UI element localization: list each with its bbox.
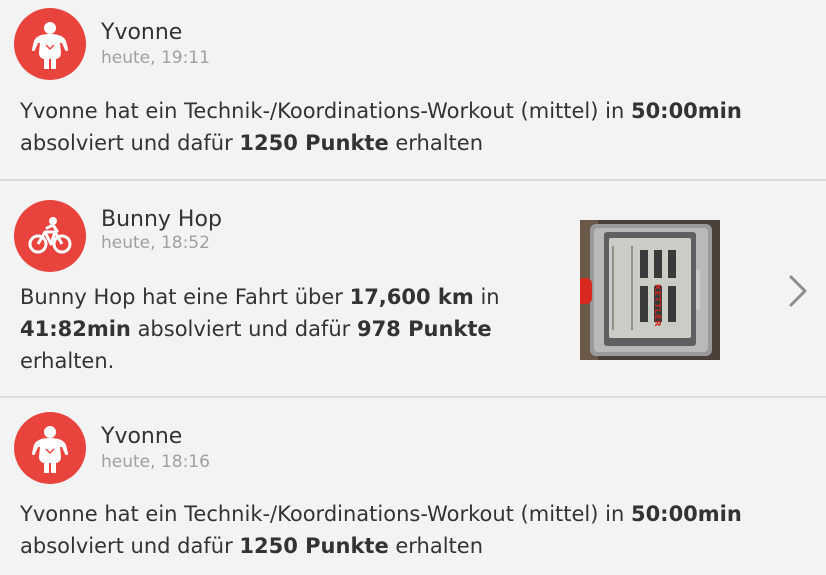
post-text: Bunny Hop hat eine Fahrt über 17,600 km … (20, 281, 560, 377)
brand-label: KETTLER (653, 284, 662, 327)
text-segment: erhalten (388, 131, 484, 155)
avatar[interactable] (14, 200, 86, 272)
duration-value: 41:82min (20, 317, 131, 341)
points-value: 1250 Punkte (239, 131, 389, 155)
text-segment: Yvonne hat ein Technik-/Koordinations-Wo… (20, 502, 631, 526)
author-name[interactable]: Yvonne (101, 20, 182, 45)
points-value: 1250 Punkte (239, 534, 389, 558)
person-icon (31, 22, 69, 69)
activity-photo[interactable]: KETTLER (580, 220, 720, 360)
text-segment: in (473, 285, 500, 309)
feed-item[interactable]: Bunny Hop heute, 18:52 Bunny Hop hat ein… (0, 181, 826, 396)
text-segment: absolviert und dafür (20, 534, 240, 558)
timestamp: heute, 18:52 (101, 233, 210, 253)
bike-computer-photo (580, 220, 720, 360)
text-segment: erhalten. (20, 349, 115, 373)
text-segment: Bunny Hop hat eine Fahrt über (20, 285, 350, 309)
timestamp: heute, 18:16 (101, 452, 210, 472)
avatar[interactable] (14, 8, 86, 80)
author-name[interactable]: Yvonne (101, 424, 182, 449)
timestamp: heute, 19:11 (101, 48, 210, 68)
duration-value: 50:00min (630, 502, 742, 526)
points-value: 978 Punkte (356, 317, 492, 341)
cyclist-icon (28, 217, 72, 254)
feed-item[interactable]: Yvonne heute, 19:11 Yvonne hat ein Techn… (0, 0, 826, 179)
chevron-right-icon[interactable] (786, 273, 810, 309)
text-segment: absolviert und dafür (130, 317, 357, 341)
post-text: Yvonne hat ein Technik-/Koordinations-Wo… (20, 498, 810, 562)
text-segment: absolviert und dafür (20, 131, 240, 155)
post-text: Yvonne hat ein Technik-/Koordinations-Wo… (20, 95, 810, 159)
avatar[interactable] (14, 412, 86, 484)
text-segment: Yvonne hat ein Technik-/Koordinations-Wo… (20, 99, 631, 123)
distance-value: 17,600 km (349, 285, 474, 309)
person-icon (31, 426, 69, 473)
text-segment: erhalten (388, 534, 484, 558)
duration-value: 50:00min (630, 99, 742, 123)
author-name[interactable]: Bunny Hop (101, 207, 222, 232)
feed-item[interactable]: Yvonne heute, 18:16 Yvonne hat ein Techn… (0, 398, 826, 575)
activity-feed: Yvonne heute, 19:11 Yvonne hat ein Techn… (0, 0, 826, 575)
